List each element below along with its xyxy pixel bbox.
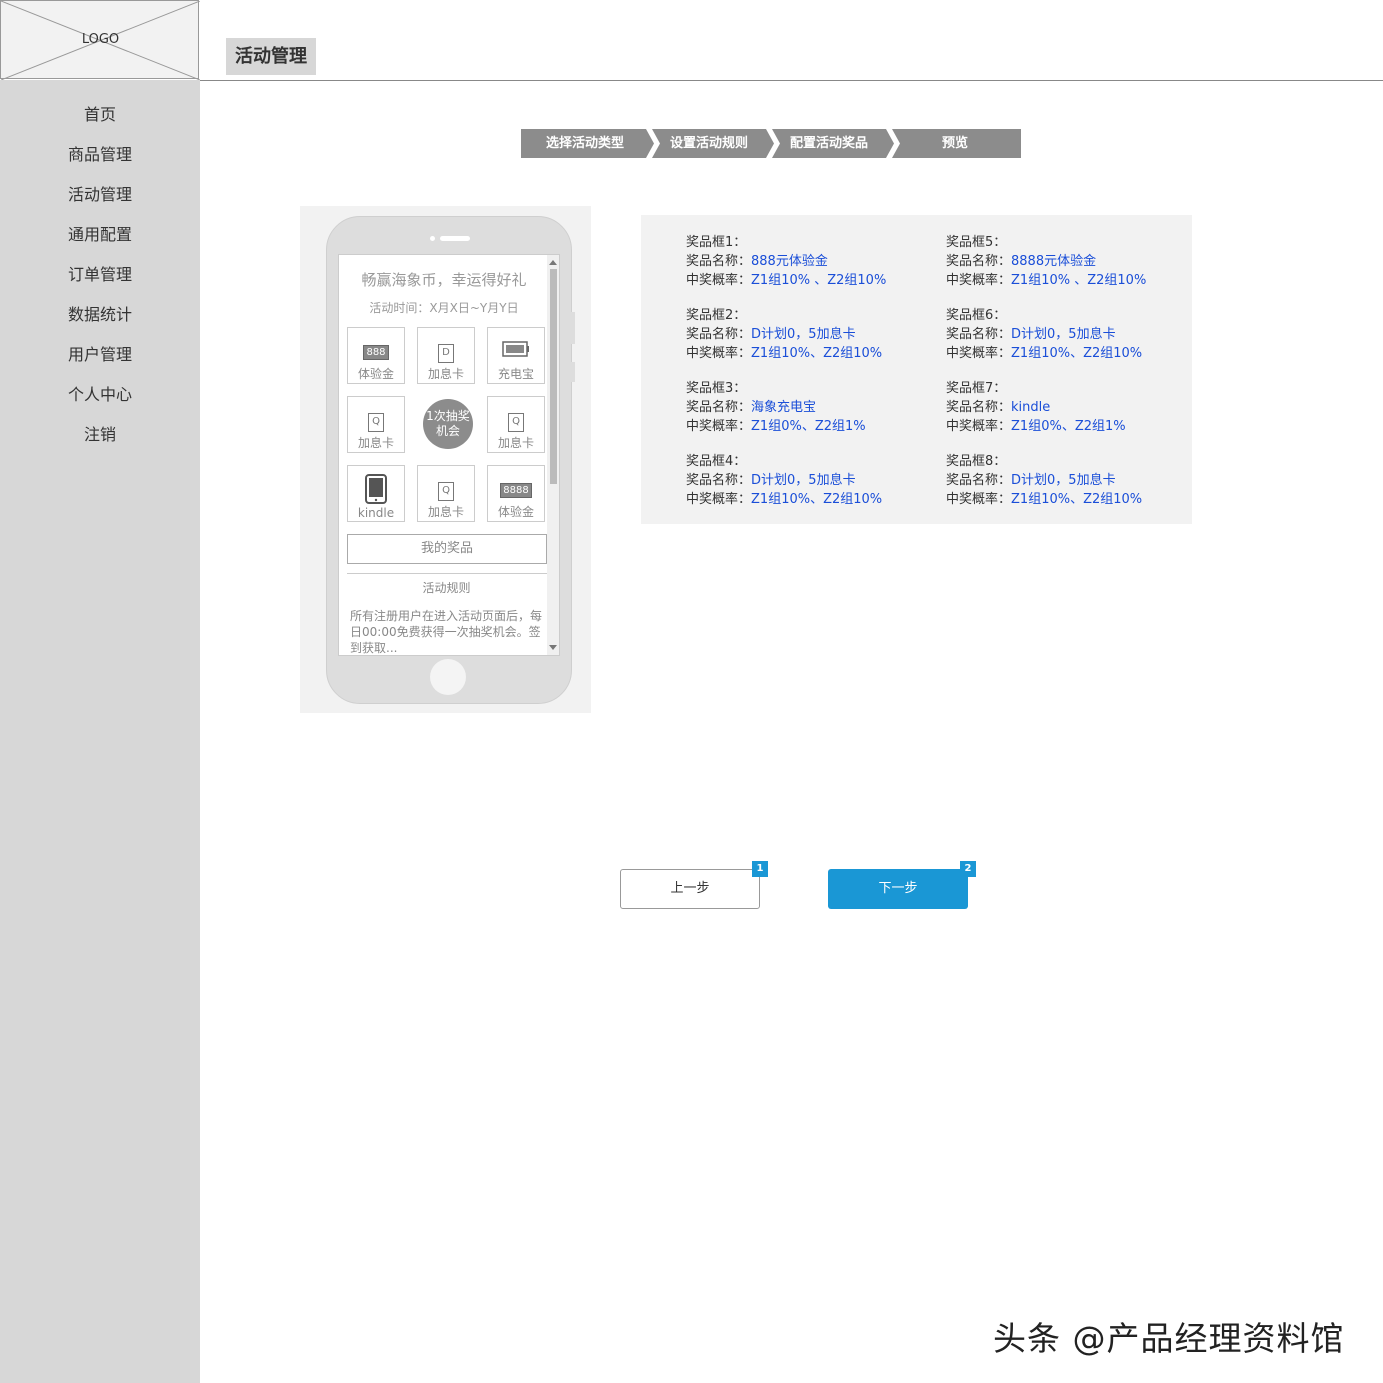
experience-gold-icon: 888 <box>348 340 404 360</box>
phone-side-button <box>571 312 575 344</box>
prize-box-title: 奖品框5： <box>946 235 1007 250</box>
prize-name: D计划0，5加息卡 <box>1011 327 1116 342</box>
prize-box-title: 奖品框1： <box>686 235 747 250</box>
prize-cell: Q 加息卡 <box>417 465 475 522</box>
coupon-icon: D <box>418 340 474 363</box>
prize-name: D计划0，5加息卡 <box>751 327 856 342</box>
prize-box-2: 奖品框2： 奖品名称：D计划0，5加息卡 中奖概率：Z1组10%、Z2组10% <box>686 308 883 361</box>
prize-name: 海象充电宝 <box>751 400 817 415</box>
prize-rate: Z1组10%、Z2组10% <box>751 492 883 507</box>
prize-rate: Z1组10% 、Z2组10% <box>751 273 887 288</box>
coupon-icon: Q <box>418 478 474 501</box>
prize-name: D计划0，5加息卡 <box>1011 473 1116 488</box>
phone-side-button <box>571 362 575 382</box>
battery-icon <box>488 340 544 362</box>
prize-summary-panel: 奖品框1： 奖品名称：888元体验金 中奖概率：Z1组10% 、Z2组10% 奖… <box>641 215 1192 524</box>
activity-title: 畅赢海象币，幸运得好礼 <box>361 271 527 289</box>
step-progress: 选择活动类型 设置活动规则 配置活动奖品 预览 <box>521 129 1021 158</box>
sidebar-item-activities[interactable]: 活动管理 <box>0 175 200 215</box>
sidebar-item-profile[interactable]: 个人中心 <box>0 375 200 415</box>
step-chevrons-icon <box>646 129 900 158</box>
draw-button[interactable]: 1次抽奖 机会 <box>423 399 473 449</box>
prize-box-title: 奖品框4： <box>686 454 747 469</box>
prize-box-5: 奖品框5： 奖品名称：8888元体验金 中奖概率：Z1组10% 、Z2组10% <box>946 235 1147 288</box>
sidebar-item-logout[interactable]: 注销 <box>0 415 200 455</box>
annotation-badge: 2 <box>960 861 976 877</box>
prize-name: 888元体验金 <box>751 254 828 269</box>
experience-gold-icon: 8888 <box>488 478 544 498</box>
prize-cell-label: 加息卡 <box>357 436 394 450</box>
sidebar-nav: 首页 商品管理 活动管理 通用配置 订单管理 数据统计 用户管理 个人中心 注销 <box>0 95 200 455</box>
coupon-icon: Q <box>488 409 544 432</box>
prize-rate: Z1组10% 、Z2组10% <box>1011 273 1147 288</box>
prize-box-title: 奖品框7： <box>946 381 1007 396</box>
sidebar-item-home[interactable]: 首页 <box>0 95 200 135</box>
scrollbar[interactable] <box>547 255 559 655</box>
phone-screen: 畅赢海象币，幸运得好礼 活动时间：X月X日~Y月Y日 888 体验金 D 加息卡… <box>338 254 560 656</box>
prize-rate: Z1组10%、Z2组10% <box>751 346 883 361</box>
rules-text: 所有注册用户在进入活动页面后，每日00:00免费获得一次抽奖机会。签到获取... <box>350 609 543 655</box>
prize-box-6: 奖品框6： 奖品名称：D计划0，5加息卡 中奖概率：Z1组10%、Z2组10% <box>946 308 1143 361</box>
prize-box-title: 奖品框3： <box>686 381 747 396</box>
phone-camera-icon <box>430 236 435 241</box>
prize-cell-label: 加息卡 <box>497 436 534 450</box>
prize-cell: Q 加息卡 <box>347 396 405 453</box>
watermark: 头条 @产品经理资料馆 <box>993 1319 1345 1358</box>
annotation-badge: 1 <box>752 861 768 877</box>
sidebar-item-users[interactable]: 用户管理 <box>0 335 200 375</box>
phone-preview: 畅赢海象币，幸运得好礼 活动时间：X月X日~Y月Y日 888 体验金 D 加息卡… <box>300 206 591 713</box>
phone-home-button-icon <box>430 659 466 695</box>
prize-box-1: 奖品框1： 奖品名称：888元体验金 中奖概率：Z1组10% 、Z2组10% <box>686 235 887 288</box>
logo-placeholder: LOGO <box>0 0 200 80</box>
prize-cell-label: kindle <box>357 506 395 520</box>
coupon-icon: Q <box>348 409 404 432</box>
prize-box-7: 奖品框7： 奖品名称：kindle 中奖概率：Z1组0%、Z2组1% <box>946 381 1126 434</box>
prize-name: kindle <box>1011 400 1051 415</box>
prize-name: D计划0，5加息卡 <box>751 473 856 488</box>
prize-cell: 8888 体验金 <box>487 465 545 522</box>
prize-cell: 充电宝 <box>487 327 545 384</box>
page-title: 活动管理 <box>226 38 316 75</box>
activity-time: 活动时间：X月X日~Y月Y日 <box>369 301 519 315</box>
prize-box-8: 奖品框8： 奖品名称：D计划0，5加息卡 中奖概率：Z1组10%、Z2组10% <box>946 454 1143 507</box>
scroll-up-icon[interactable] <box>549 260 557 265</box>
prize-cell: kindle <box>347 465 405 522</box>
sidebar-item-statistics[interactable]: 数据统计 <box>0 295 200 335</box>
next-step-button[interactable]: 下一步 <box>828 869 968 909</box>
prize-cell: D 加息卡 <box>417 327 475 384</box>
prize-cell-label: 充电宝 <box>497 367 534 381</box>
prize-rate: Z1组0%、Z2组1% <box>1011 419 1126 434</box>
previous-step-button[interactable]: 上一步 <box>620 869 760 909</box>
prize-box-3: 奖品框3： 奖品名称：海象充电宝 中奖概率：Z1组0%、Z2组1% <box>686 381 866 434</box>
prize-name: 8888元体验金 <box>1011 254 1097 269</box>
rules-title: 活动规则 <box>422 581 471 595</box>
divider <box>347 573 547 574</box>
scroll-down-icon[interactable] <box>549 645 557 650</box>
logo-text: LOGO <box>81 32 120 47</box>
prize-rate: Z1组10%、Z2组10% <box>1011 492 1143 507</box>
my-prize-button[interactable]: 我的奖品 <box>347 534 547 564</box>
prize-cell-label: 加息卡 <box>427 367 464 381</box>
prize-rate: Z1组0%、Z2组1% <box>751 419 866 434</box>
prize-cell: 888 体验金 <box>347 327 405 384</box>
prize-box-title: 奖品框8： <box>946 454 1007 469</box>
prize-cell-label: 体验金 <box>357 367 394 381</box>
scroll-thumb[interactable] <box>550 269 557 484</box>
prize-cell-label: 体验金 <box>497 505 534 519</box>
prize-cell-label: 加息卡 <box>427 505 464 519</box>
sidebar-item-general-config[interactable]: 通用配置 <box>0 215 200 255</box>
sidebar-item-products[interactable]: 商品管理 <box>0 135 200 175</box>
prize-rate: Z1组10%、Z2组10% <box>1011 346 1143 361</box>
prize-box-4: 奖品框4： 奖品名称：D计划0，5加息卡 中奖概率：Z1组10%、Z2组10% <box>686 454 883 507</box>
header-divider <box>200 80 1383 81</box>
prize-cell: Q 加息卡 <box>487 396 545 453</box>
tablet-icon <box>348 474 404 508</box>
prize-box-title: 奖品框2： <box>686 308 747 323</box>
phone-frame: 畅赢海象币，幸运得好礼 活动时间：X月X日~Y月Y日 888 体验金 D 加息卡… <box>326 216 575 704</box>
sidebar-item-orders[interactable]: 订单管理 <box>0 255 200 295</box>
phone-speaker-icon <box>440 236 470 241</box>
prize-box-title: 奖品框6： <box>946 308 1007 323</box>
